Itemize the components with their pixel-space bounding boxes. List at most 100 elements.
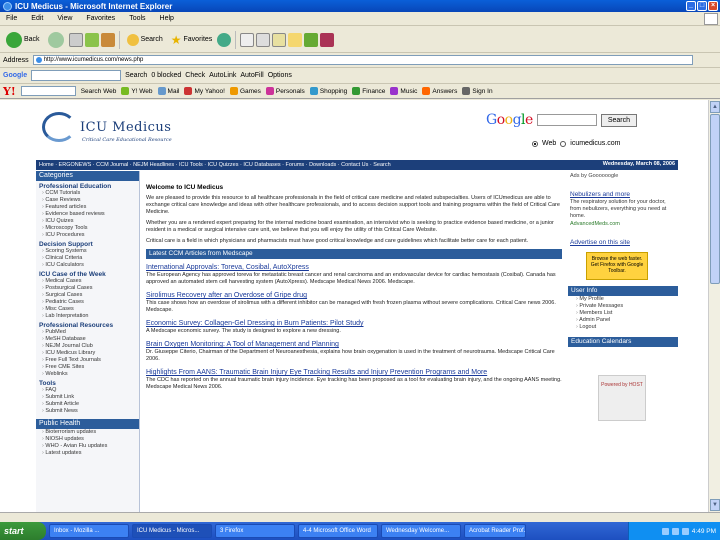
feed-item-link[interactable]: Highlights From AANS: Traumatic Brain In… xyxy=(146,368,562,377)
site-search-button[interactable]: Search xyxy=(600,113,637,127)
category-link[interactable]: ICU Medicus Library xyxy=(36,350,139,357)
menu-favorites[interactable]: Favorites xyxy=(86,15,115,22)
google-search-button[interactable]: Search xyxy=(125,72,147,79)
yahoo-signin-button[interactable]: Sign In xyxy=(462,87,493,95)
feed-item-link[interactable]: Brain Oxygen Monitoring: A Tool of Manag… xyxy=(146,340,562,349)
category-link[interactable]: PubMed xyxy=(36,329,139,336)
discuss-icon[interactable] xyxy=(288,32,303,47)
favorites-button[interactable]: ★ Favorites xyxy=(168,30,216,50)
menu-edit[interactable]: Edit xyxy=(31,15,43,22)
address-input[interactable]: http://www.icumedicus.com/news.php xyxy=(32,55,693,65)
radio-site[interactable] xyxy=(560,140,567,147)
yahoo-games-button[interactable]: Games xyxy=(229,87,261,95)
category-link[interactable]: Microscopy Tools xyxy=(36,225,139,232)
category-link[interactable]: ICU Quizes xyxy=(36,218,139,225)
public-health-link[interactable]: Bioterrorism updates xyxy=(36,429,139,436)
my-yahoo-button[interactable]: My Yahoo! xyxy=(184,87,225,95)
print-icon[interactable] xyxy=(256,32,271,47)
start-button[interactable]: start xyxy=(0,522,46,540)
category-link[interactable]: Surgical Cases xyxy=(36,292,139,299)
taskbar-item[interactable]: Acrobat Reader Prof... xyxy=(464,524,526,538)
yahoo-shopping-button[interactable]: Shopping xyxy=(309,87,347,95)
category-link[interactable]: Scoring Systems xyxy=(36,248,139,255)
category-link[interactable]: Evidence based reviews xyxy=(36,211,139,218)
taskbar-item-active[interactable]: ICU Medicus - Micros... xyxy=(132,524,212,538)
google-options-button[interactable]: Options xyxy=(268,72,292,79)
history-icon[interactable] xyxy=(217,32,232,47)
clock[interactable]: 4:49 PM xyxy=(692,528,716,535)
network-icon[interactable] xyxy=(661,527,669,535)
category-link[interactable]: Weblinks xyxy=(36,371,139,378)
category-link[interactable]: Submit Link xyxy=(36,394,139,401)
google-autofill-button[interactable]: AutoFill xyxy=(240,72,263,79)
category-link[interactable]: CCM Tutorials xyxy=(36,190,139,197)
category-link[interactable]: MeSH Database xyxy=(36,336,139,343)
taskbar-item[interactable]: 3 Firefox xyxy=(215,524,295,538)
messenger-icon[interactable] xyxy=(304,32,319,47)
menu-help[interactable]: Help xyxy=(160,15,174,22)
security-icon[interactable] xyxy=(681,527,689,535)
taskbar-item[interactable]: Wednesday Welcome... xyxy=(381,524,461,538)
yahoo-search-web-button[interactable]: Search Web xyxy=(81,88,117,95)
google-search-input[interactable] xyxy=(31,69,122,81)
advertise-link[interactable]: Advertise on this site xyxy=(570,239,676,246)
edit-icon[interactable] xyxy=(272,32,287,47)
minimize-button[interactable]: _ xyxy=(686,1,696,11)
yahoo-search-input[interactable] xyxy=(20,86,76,96)
category-link[interactable]: Postsurgical Cases xyxy=(36,285,139,292)
yahoo-logo-icon[interactable]: Y! xyxy=(3,85,16,98)
taskbar-item[interactable]: 4-4 Microsoft Office Word xyxy=(298,524,378,538)
ad-url[interactable]: AdvancedMeds.com xyxy=(570,221,676,227)
yahoo-finance-button[interactable]: Finance xyxy=(352,87,385,95)
site-logo[interactable]: ICU Medicus Critical Care Educational Re… xyxy=(40,108,180,154)
site-search-input[interactable] xyxy=(536,114,597,126)
mail-icon[interactable] xyxy=(240,32,255,47)
user-menu-link[interactable]: Members List xyxy=(568,310,678,317)
vertical-scrollbar[interactable]: ▲ ▼ xyxy=(708,100,720,512)
search-button[interactable]: Search xyxy=(124,30,166,50)
menu-file[interactable]: File xyxy=(6,15,17,22)
firefox-toolbar-ad[interactable]: Browse the web faster. Get Firefox with … xyxy=(586,252,648,280)
host-badge[interactable]: Powered by HOST xyxy=(598,375,646,421)
feed-item-link[interactable]: Economic Survey: Collagen-Gel Dressing i… xyxy=(146,319,562,328)
home-icon[interactable] xyxy=(100,32,115,47)
user-menu-link[interactable]: Private Messages xyxy=(568,303,678,310)
yahoo-web-button[interactable]: Y! Web xyxy=(121,87,153,95)
category-link[interactable]: Free Full Text Journals xyxy=(36,357,139,364)
site-nav[interactable]: Home · ERGONEWS · CCM Journal · NEJM Hea… xyxy=(36,160,678,170)
yahoo-personals-button[interactable]: Personals xyxy=(265,87,305,95)
category-link[interactable]: Medical Cases xyxy=(36,278,139,285)
close-button[interactable]: × xyxy=(708,1,718,11)
volume-icon[interactable] xyxy=(671,527,679,535)
google-check-button[interactable]: Check xyxy=(185,72,205,79)
yahoo-mail-button[interactable]: Mail xyxy=(157,87,179,95)
category-link[interactable]: FAQ xyxy=(36,387,139,394)
public-health-link[interactable]: WHO - Avian Flu updates xyxy=(36,443,139,450)
category-link[interactable]: Clinical Criteria xyxy=(36,255,139,262)
maximize-button[interactable]: □ xyxy=(697,1,707,11)
category-link[interactable]: NEJM Journal Club xyxy=(36,343,139,350)
public-health-link[interactable]: NIOSH updates xyxy=(36,436,139,443)
feed-item-link[interactable]: International Approvals: Toreva, Cosibal… xyxy=(146,263,562,272)
category-link[interactable]: Case Reviews xyxy=(36,197,139,204)
category-link[interactable]: Featured articles xyxy=(36,204,139,211)
yahoo-music-button[interactable]: Music xyxy=(390,87,417,95)
category-link[interactable]: ICU Calculators xyxy=(36,262,139,269)
feed-item-link[interactable]: Sirolimus Recovery after an Overdose of … xyxy=(146,291,562,300)
scroll-up-icon[interactable]: ▲ xyxy=(710,101,720,113)
category-link[interactable]: ICU Procedures xyxy=(36,232,139,239)
scroll-down-icon[interactable]: ▼ xyxy=(710,499,720,511)
user-menu-link[interactable]: Logout xyxy=(568,324,678,331)
stop-icon[interactable] xyxy=(68,32,83,47)
yahoo-answers-button[interactable]: Answers xyxy=(422,87,457,95)
category-link[interactable]: Misc Cases xyxy=(36,306,139,313)
research-icon[interactable] xyxy=(320,32,335,47)
forward-button[interactable] xyxy=(45,30,67,50)
category-link[interactable]: Submit News xyxy=(36,408,139,415)
ad-link[interactable]: Nebulizers and more xyxy=(570,191,676,198)
refresh-icon[interactable] xyxy=(84,32,99,47)
taskbar-item[interactable]: Inbox - Mozilla ... xyxy=(49,524,129,538)
radio-web[interactable] xyxy=(532,140,538,147)
ads-label[interactable]: Ads by Goooooogle xyxy=(570,173,676,179)
category-link[interactable]: Submit Article xyxy=(36,401,139,408)
